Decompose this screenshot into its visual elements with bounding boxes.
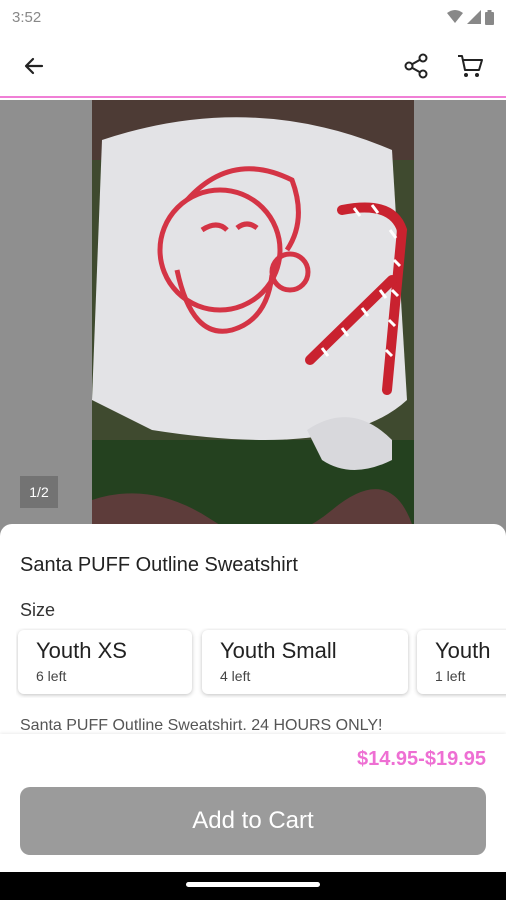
image-page-indicator: 1/2: [20, 476, 58, 508]
app-bar: [0, 34, 506, 98]
share-icon: [404, 53, 428, 79]
size-name: Youth XS: [36, 638, 127, 663]
size-stock: 6 left: [36, 668, 67, 684]
product-description: Santa PUFF Outline Sweatshirt. 24 HOURS …: [20, 717, 383, 734]
size-option-youth-xs[interactable]: Youth XS 6 left: [18, 630, 192, 694]
home-indicator[interactable]: [186, 882, 320, 887]
system-navigation-bar: [0, 872, 506, 900]
back-button[interactable]: [14, 46, 54, 86]
size-options[interactable]: Youth XS 6 left Youth Small 4 left Youth…: [16, 628, 506, 698]
battery-icon: [485, 9, 494, 25]
purchase-panel: $14.95-$19.95 Add to Cart: [0, 734, 506, 872]
cart-icon: [458, 55, 483, 77]
product-details-sheet: Santa PUFF Outline Sweatshirt Size Youth…: [0, 524, 506, 734]
size-option-youth[interactable]: Youth 1 left: [417, 630, 506, 694]
product-title: Santa PUFF Outline Sweatshirt: [20, 554, 298, 576]
cart-button[interactable]: [450, 46, 490, 86]
size-name: Youth: [435, 638, 491, 663]
wifi-icon: [447, 10, 463, 23]
size-option-youth-small[interactable]: Youth Small 4 left: [202, 630, 408, 694]
price-range: $14.95-$19.95: [356, 748, 486, 770]
product-image-gallery[interactable]: 1/2: [0, 100, 506, 540]
size-stock: 4 left: [220, 668, 251, 684]
size-label: Size: [20, 600, 56, 620]
size-stock: 1 left: [435, 668, 466, 684]
status-time: 3:52: [12, 8, 42, 26]
product-photo: [92, 100, 414, 540]
sweatshirt-photo: [92, 100, 414, 540]
back-arrow-icon: [24, 57, 44, 75]
size-name: Youth Small: [220, 638, 337, 663]
status-bar: 3:52: [0, 0, 506, 34]
share-button[interactable]: [396, 46, 436, 86]
signal-icon: [467, 10, 481, 24]
add-to-cart-button[interactable]: Add to Cart: [20, 787, 486, 855]
status-icons: [447, 9, 494, 25]
